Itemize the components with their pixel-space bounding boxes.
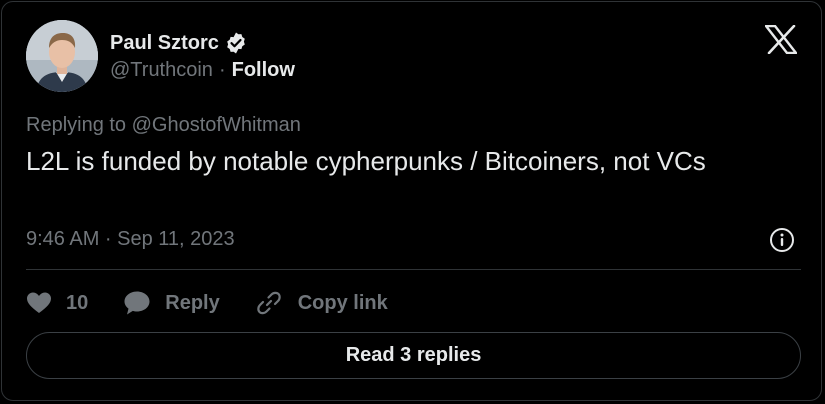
- separator-dot: ·: [218, 59, 226, 81]
- divider: [26, 269, 801, 270]
- heart-icon: [27, 292, 51, 313]
- copy-link-label: Copy link: [297, 291, 388, 314]
- like-count: 10: [66, 291, 89, 314]
- reply-label: Reply: [165, 291, 220, 314]
- read-replies-label: Read 3 replies: [345, 344, 482, 366]
- read-replies-button[interactable]: Read 3 replies: [26, 332, 801, 379]
- info-icon[interactable]: [769, 227, 795, 253]
- copy-link-button[interactable]: Copy link: [256, 290, 388, 316]
- comment-bubble-icon: [124, 291, 150, 315]
- tweet-actions: 10 Reply Copy link: [26, 285, 388, 321]
- like-button[interactable]: 10: [26, 291, 88, 315]
- avatar[interactable]: [26, 20, 98, 92]
- replying-to[interactable]: Replying to @GhostofWhitman: [26, 114, 301, 137]
- embedded-tweet-card: Paul Sztorc @Truthcoin · Follow Replying…: [1, 1, 822, 401]
- tweet-text: L2L is funded by notable cypherpunks / B…: [26, 146, 706, 176]
- verified-badge-icon: [227, 32, 245, 54]
- link-icon: [256, 291, 281, 315]
- timestamp[interactable]: 9:46 AM · Sep 11, 2023: [26, 228, 235, 251]
- author-handle[interactable]: @Truthcoin: [110, 59, 213, 82]
- author-handle-row: @Truthcoin · Follow: [110, 59, 295, 82]
- x-logo-icon[interactable]: [765, 25, 797, 54]
- follow-link[interactable]: Follow: [232, 59, 295, 82]
- reply-button[interactable]: Reply: [123, 290, 220, 316]
- author-name-row: Paul Sztorc: [110, 30, 248, 56]
- avatar-photo: [26, 20, 98, 92]
- author-name[interactable]: Paul Sztorc: [110, 32, 219, 55]
